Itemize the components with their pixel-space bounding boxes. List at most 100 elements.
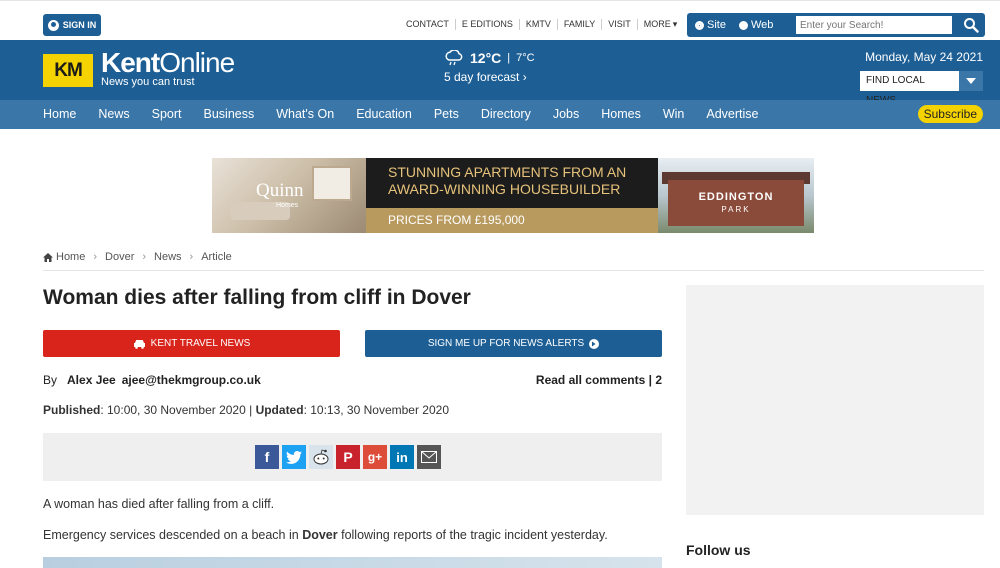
banner-ad[interactable]: Quinn Homes STUNNING APARTMENTS FROM AN … [212, 158, 814, 233]
current-date: Monday, May 24 2021 [865, 50, 983, 64]
site-header: KM KentOnline News you can trust 12°C | … [0, 40, 1000, 106]
nav-item-sport[interactable]: Sport [152, 100, 182, 129]
car-icon [133, 339, 145, 349]
find-local-news-label: FIND LOCAL NEWS [860, 71, 959, 106]
ad-brand-name: Quinn [256, 180, 304, 201]
nav-item-pets[interactable]: Pets [434, 100, 459, 129]
dover-tag-link[interactable]: Dover [302, 528, 337, 542]
nav-item-win[interactable]: Win [663, 100, 685, 129]
nav-item-education[interactable]: Education [356, 100, 412, 129]
radio-selected-icon [695, 20, 704, 30]
find-local-dropdown[interactable] [959, 71, 983, 91]
weather-widget[interactable]: 12°C | 7°C 5 day forecast › [444, 50, 535, 84]
ad-headline: STUNNING APARTMENTS FROM AN AWARD-WINNIN… [388, 164, 626, 198]
follow-us-heading: Follow us [686, 542, 751, 558]
weather-temps: 12°C | 7°C [444, 50, 535, 66]
published-label: Published [43, 403, 101, 417]
linkedin-share-icon[interactable]: in [390, 445, 414, 469]
email-share-icon[interactable] [417, 445, 441, 469]
brand-light: Online [159, 47, 235, 78]
brand[interactable]: KentOnline News you can trust [101, 47, 235, 89]
breadcrumb: Home › Dover › News › Article [43, 251, 232, 263]
author-name[interactable]: Alex Jee [67, 373, 116, 387]
search-icon[interactable] [963, 17, 979, 33]
ad-house-shape [668, 180, 804, 226]
news-alerts-label: SIGN ME UP FOR NEWS ALERTS [427, 338, 585, 349]
nav-item-home[interactable]: Home [43, 100, 76, 129]
search-option-web[interactable]: Web [739, 19, 773, 31]
search-option-web-label: Web [751, 19, 774, 31]
byline: By Alex Jee ajee@thekmgroup.co.uk [43, 373, 261, 387]
search-option-site[interactable]: Site [695, 19, 726, 31]
caret-down-icon: ▾ [672, 19, 678, 29]
nav-item-advertise[interactable]: Advertise [706, 100, 758, 129]
author-email[interactable]: ajee@thekmgroup.co.uk [122, 373, 261, 387]
chevron-right-icon: › [93, 251, 98, 263]
chevron-down-icon [966, 78, 976, 84]
news-alerts-button[interactable]: SIGN ME UP FOR NEWS ALERTS [365, 330, 662, 357]
breadcrumb-article: Article [201, 251, 232, 263]
user-icon [47, 19, 59, 31]
search-box: Site Web [687, 13, 985, 37]
top-link-e-editions[interactable]: E EDITIONS [456, 19, 520, 30]
breadcrumb-dover[interactable]: Dover [105, 251, 134, 263]
share-icons: f P g+ in [255, 445, 441, 469]
chevron-right-icon: › [189, 251, 194, 263]
ad-headline-line-2: AWARD-WINNING HOUSEBUILDER [388, 181, 621, 197]
find-local-news[interactable]: FIND LOCAL NEWS [860, 71, 983, 106]
breadcrumb-divider [43, 270, 984, 271]
byline-prefix: By [43, 373, 58, 387]
search-option-site-label: Site [707, 19, 726, 31]
top-link-more[interactable]: MORE ▾ [638, 19, 684, 30]
nav-item-jobs[interactable]: Jobs [553, 100, 579, 129]
top-link-kmtv[interactable]: KMTV [520, 19, 558, 30]
sign-in-button[interactable]: SIGN IN [43, 14, 101, 36]
km-logo[interactable]: KM [43, 54, 93, 87]
weather-high: 12°C [470, 50, 502, 66]
nav-list: Home News Sport Business What's On Educa… [43, 100, 780, 129]
ad-window-shape [312, 166, 352, 201]
ad-development-name: EDDINGTON [698, 191, 774, 203]
facebook-share-icon[interactable]: f [255, 445, 279, 469]
search-input[interactable] [796, 16, 952, 34]
top-link-family[interactable]: FAMILY [558, 19, 603, 30]
top-link-visit[interactable]: VISIT [602, 19, 638, 30]
brand-bold: Kent [101, 47, 160, 78]
weather-low: 7°C [516, 52, 535, 64]
ad-interior-image: Quinn Homes [212, 158, 366, 233]
updated-value: : 10:13, 30 November 2020 [303, 403, 449, 417]
nav-item-homes[interactable]: Homes [601, 100, 641, 129]
rain-cloud-icon [445, 50, 463, 66]
arrow-circle-right-icon [589, 338, 600, 349]
ad-development-sub: PARK [721, 205, 751, 214]
pinterest-share-icon[interactable]: P [336, 445, 360, 469]
top-link-contact[interactable]: CONTACT [400, 19, 456, 30]
article-paragraph-1: A woman has died after falling from a cl… [43, 497, 275, 511]
kent-travel-news-button[interactable]: KENT TRAVEL NEWS [43, 330, 340, 357]
nav-item-news[interactable]: News [98, 100, 129, 129]
main-nav: Home News Sport Business What's On Educa… [0, 100, 1000, 129]
breadcrumb-home[interactable]: Home [56, 251, 85, 263]
chevron-right-icon: › [142, 251, 147, 263]
updated-label: Updated [255, 403, 304, 417]
breadcrumb-news[interactable]: News [154, 251, 182, 263]
subscribe-button[interactable]: Subscribe [917, 105, 983, 123]
top-utility-bar: SIGN IN CONTACT E EDITIONS KMTV FAMILY V… [0, 0, 1000, 40]
nav-item-business[interactable]: Business [204, 100, 255, 129]
radio-icon [739, 20, 748, 30]
more-label: MORE [643, 19, 671, 29]
nav-item-directory[interactable]: Directory [481, 100, 531, 129]
ad-headline-line-1: STUNNING APARTMENTS FROM AN [388, 164, 627, 180]
ad-development-image: EDDINGTON PARK [658, 158, 814, 233]
google-plus-share-icon[interactable]: g+ [363, 445, 387, 469]
sign-in-label: SIGN IN [62, 20, 97, 30]
reddit-share-icon[interactable] [309, 445, 333, 469]
home-icon [43, 252, 53, 262]
twitter-share-icon[interactable] [282, 445, 306, 469]
published-value: : 10:00, 30 November 2020 | [100, 403, 256, 417]
forecast-link[interactable]: 5 day forecast › [444, 70, 535, 84]
read-comments-link[interactable]: Read all comments | 2 [536, 373, 662, 387]
weather-separator: | [507, 52, 511, 64]
nav-item-whats-on[interactable]: What's On [276, 100, 334, 129]
article-image [43, 557, 662, 568]
